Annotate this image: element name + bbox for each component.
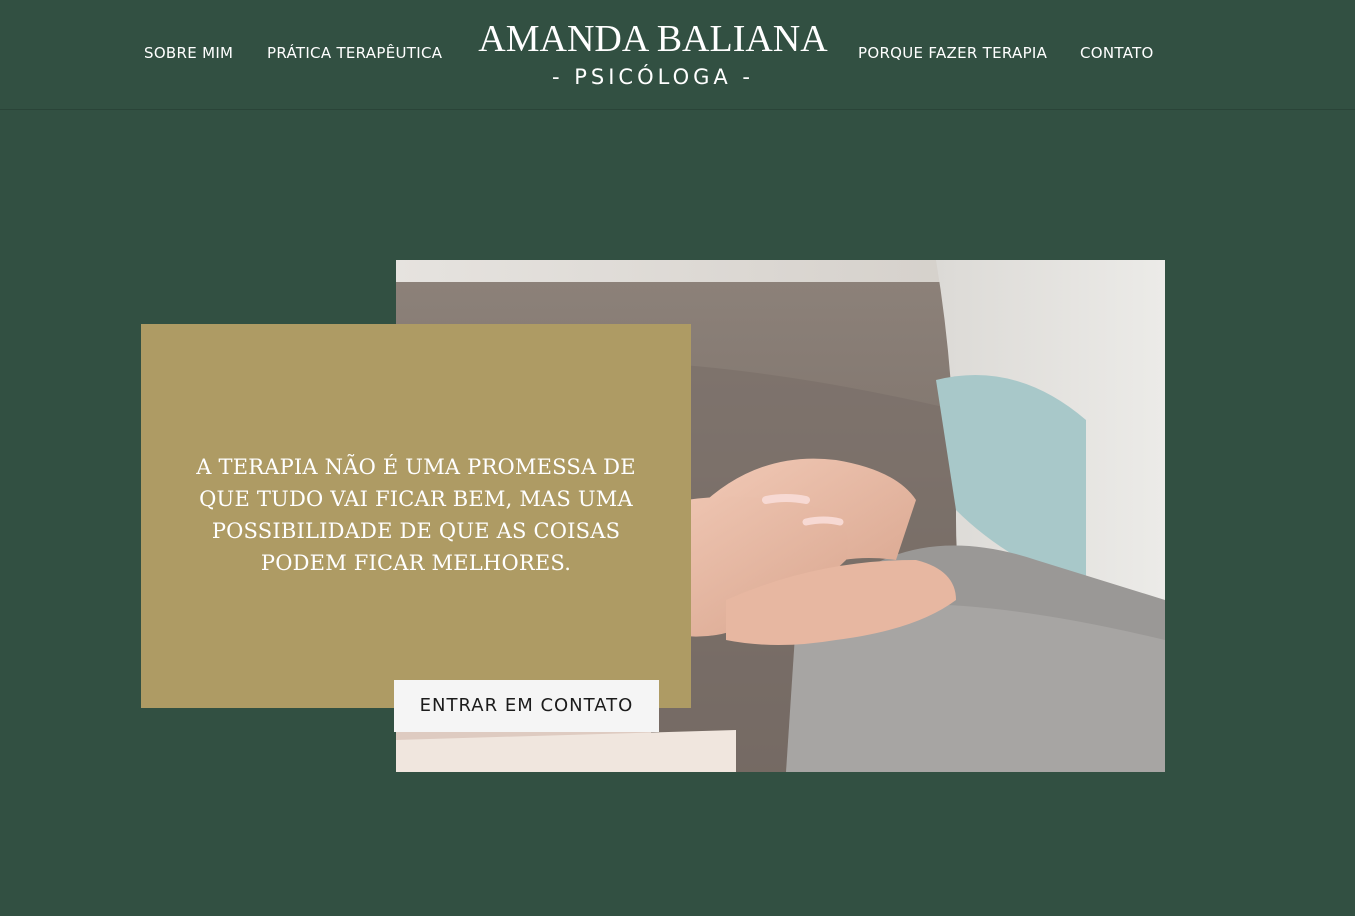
nav-link-contato[interactable]: CONTATO: [1080, 44, 1154, 62]
logo-name: AMANDA BALIANA: [478, 18, 828, 60]
quote-box: A TERAPIA NÃO É UMA PROMESSA DE QUE TUDO…: [141, 324, 691, 708]
site-header: SOBRE MIM PRÁTICA TERAPÊUTICA AMANDA BAL…: [0, 0, 1355, 110]
contact-button[interactable]: ENTRAR EM CONTATO: [394, 680, 659, 732]
nav-link-sobre-mim[interactable]: SOBRE MIM: [144, 44, 233, 62]
hero-quote: A TERAPIA NÃO É UMA PROMESSA DE QUE TUDO…: [196, 455, 636, 575]
nav-link-porque-fazer-terapia[interactable]: PORQUE FAZER TERAPIA: [858, 44, 1047, 62]
nav-link-pratica-terapeutica[interactable]: PRÁTICA TERAPÊUTICA: [267, 44, 442, 62]
logo-subtitle: - PSICÓLOGA -: [551, 65, 754, 89]
site-logo[interactable]: AMANDA BALIANA - PSICÓLOGA -: [478, 18, 828, 94]
